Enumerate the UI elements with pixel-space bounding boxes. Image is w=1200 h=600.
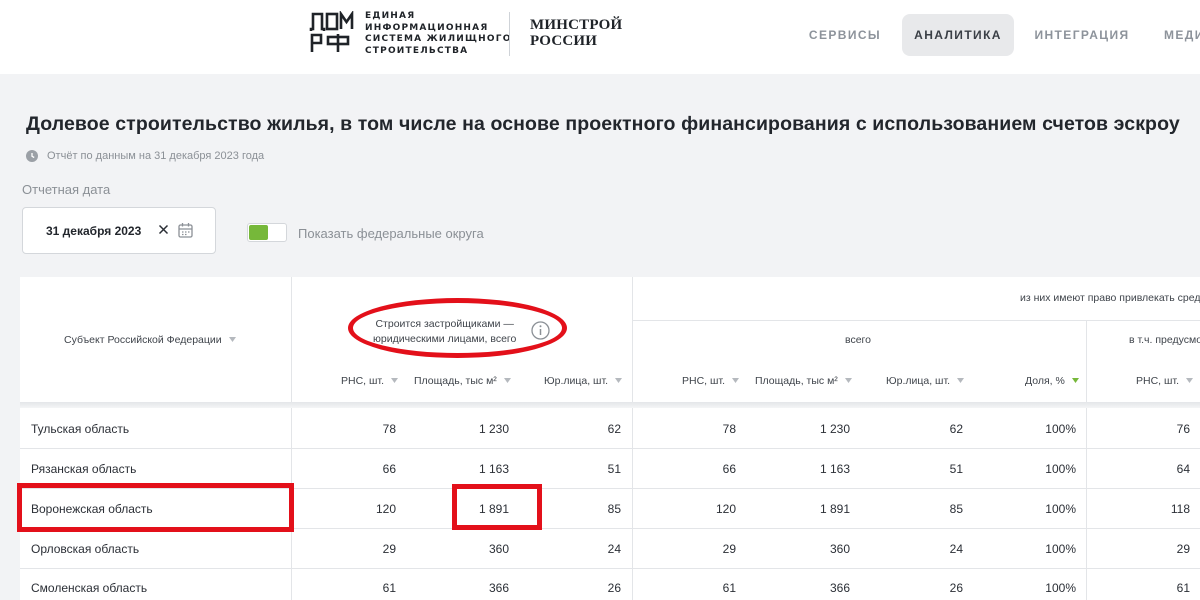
cell-value: 118 [1170, 502, 1190, 516]
sort-icon[interactable] [957, 378, 965, 384]
row-name: Орловская область [31, 542, 140, 556]
annotation-box-region [17, 483, 294, 532]
cell-value: 1 230 [478, 422, 509, 436]
cell-value: 61 [1176, 581, 1190, 595]
clock-icon [26, 150, 38, 162]
cell-value: 66 [722, 462, 736, 476]
cell-value: 51 [607, 462, 621, 476]
toggle-knob [249, 225, 268, 240]
sort-icon[interactable] [1186, 378, 1193, 384]
col-header-rns[interactable]: РНС, шт. [341, 375, 398, 387]
cell-value: 29 [382, 542, 396, 556]
cell-value: 78 [382, 422, 396, 436]
cell-value: 78 [722, 422, 736, 436]
row-name: Рязанская область [31, 462, 137, 476]
logo-divider [509, 12, 510, 56]
cell-value: 1 891 [819, 502, 850, 516]
cell-value: 61 [722, 581, 736, 595]
cell-value: 62 [949, 422, 963, 436]
cell-value: 61 [382, 581, 396, 595]
sort-icon[interactable] [732, 378, 739, 384]
cell-value: 26 [949, 581, 963, 595]
cell-value: 366 [488, 581, 509, 595]
sort-icon[interactable] [503, 378, 511, 384]
row-divider [632, 320, 1200, 321]
header-subject[interactable]: Субъект Российской Федерации [64, 334, 236, 346]
table-row[interactable]: Тульская область 78 1 230 62 78 1 230 62… [20, 408, 1200, 448]
cell-value: 66 [382, 462, 396, 476]
cell-value: 100% [1045, 462, 1076, 476]
page-title: Долевое строительство жилья, в том числе… [26, 113, 1180, 135]
col-header-legal[interactable]: Юр.лица, шт. [886, 375, 965, 387]
cell-value: 120 [375, 502, 396, 516]
calendar-icon[interactable] [178, 222, 193, 238]
logo-text: ЕДИНАЯ ИНФОРМАЦИОННАЯ СИСТЕМА ЖИЛИЩНОГО … [365, 11, 512, 56]
sort-icon[interactable] [844, 378, 852, 384]
col-header-rns[interactable]: РНС, шт. [682, 375, 739, 387]
cell-value: 100% [1045, 502, 1076, 516]
cell-value: 1 163 [819, 462, 850, 476]
annotation-box-value [452, 484, 542, 530]
nav-analytics[interactable]: АНАЛИТИКА [902, 14, 1014, 56]
cell-value: 24 [949, 542, 963, 556]
date-label: Отчетная дата [22, 182, 111, 197]
cell-value: 29 [1176, 542, 1190, 556]
sort-icon-active[interactable] [1071, 378, 1079, 384]
cell-value: 85 [949, 502, 963, 516]
clear-icon[interactable] [157, 223, 170, 236]
cell-value: 360 [488, 542, 509, 556]
col-header-legal[interactable]: Юр.лица, шт. [544, 375, 623, 387]
cell-value: 100% [1045, 422, 1076, 436]
cell-value: 24 [607, 542, 621, 556]
cell-value: 366 [829, 581, 850, 595]
col-header-area[interactable]: Площадь, тыс м² [755, 375, 852, 387]
col-header-rns[interactable]: РНС, шт. [1136, 375, 1193, 387]
nav-services[interactable]: СЕРВИСЫ [800, 14, 890, 56]
header-subtotal: всего [845, 334, 871, 346]
cell-value: 360 [829, 542, 850, 556]
cell-value: 62 [607, 422, 621, 436]
cell-value: 85 [607, 502, 621, 516]
annotation-ellipse [348, 298, 567, 358]
cell-value: 76 [1176, 422, 1190, 436]
table-row[interactable]: Смоленская область 61 366 26 61 366 26 1… [20, 568, 1200, 600]
cell-value: 120 [715, 502, 736, 516]
cell-value: 100% [1045, 581, 1076, 595]
cell-value: 100% [1045, 542, 1076, 556]
row-name: Смоленская область [31, 581, 148, 595]
table-row[interactable]: Орловская область 29 360 24 29 360 24 10… [20, 528, 1200, 568]
cell-value: 26 [607, 581, 621, 595]
cell-value: 29 [722, 542, 736, 556]
report-date-value: 31 декабря 2023 [46, 224, 142, 238]
cell-value: 1 163 [478, 462, 509, 476]
col-header-share[interactable]: Доля, % [1025, 375, 1079, 387]
federal-districts-label: Показать федеральные округа [298, 226, 484, 241]
sort-icon[interactable] [615, 378, 623, 384]
ministry-logo[interactable]: МИНСТРОЙ РОССИИ [530, 17, 622, 49]
nav-integration[interactable]: ИНТЕГРАЦИЯ [1026, 14, 1138, 56]
sort-icon[interactable] [228, 337, 236, 343]
header-incl: в т.ч. предусмо [1129, 334, 1200, 346]
col-header-area[interactable]: Площадь, тыс м² [414, 375, 511, 387]
nav-media[interactable]: МЕДИ [1150, 14, 1200, 56]
cell-value: 64 [1176, 462, 1190, 476]
federal-districts-toggle[interactable] [247, 223, 287, 242]
report-note-text: Отчёт по данным на 31 декабря 2023 года [47, 150, 265, 162]
cell-value: 1 230 [819, 422, 850, 436]
data-table: Субъект Российской Федерации Строится за… [20, 277, 1200, 600]
row-name: Тульская область [31, 422, 130, 436]
table-row[interactable]: Рязанская область 66 1 163 51 66 1 163 5… [20, 448, 1200, 488]
report-note: Отчёт по данным на 31 декабря 2023 года [26, 150, 264, 162]
top-header: ЕДИНАЯ ИНФОРМАЦИОННАЯ СИСТЕМА ЖИЛИЩНОГО … [0, 0, 1200, 74]
report-date-field[interactable]: 31 декабря 2023 [22, 207, 216, 254]
dom-rf-logo-icon[interactable] [308, 11, 356, 55]
cell-value: 51 [949, 462, 963, 476]
header-escrow-group: из них имеют право привлекать сред [1020, 292, 1200, 304]
sort-icon[interactable] [391, 378, 398, 384]
